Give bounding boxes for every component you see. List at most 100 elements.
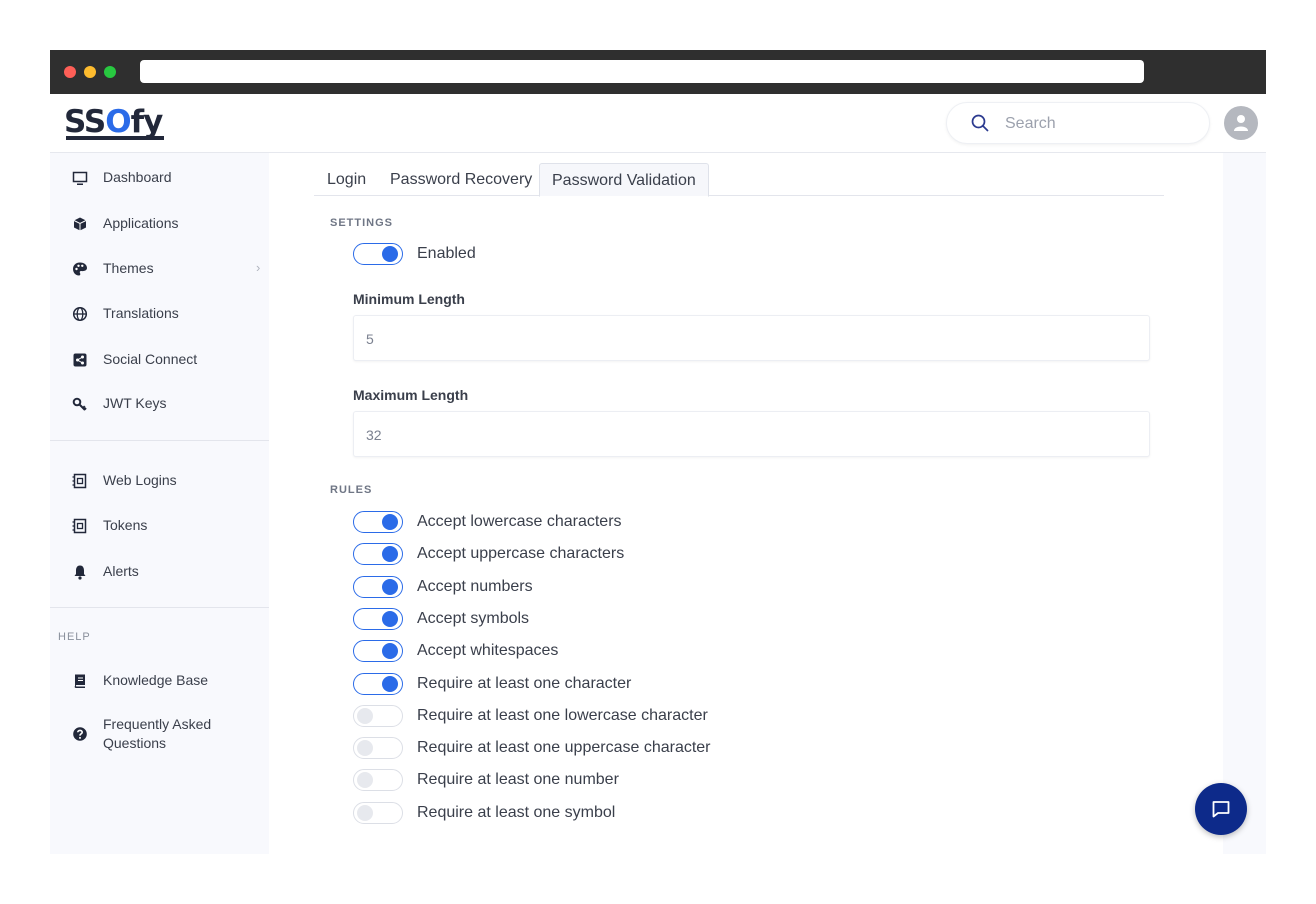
tab-password-validation[interactable]: Password Validation <box>539 163 709 197</box>
sidebar-divider <box>50 440 269 441</box>
sidebar-item-tokens[interactable]: Tokens <box>50 509 269 543</box>
accept-lowercase-characters-toggle[interactable] <box>353 511 403 533</box>
accept-symbols-label: Accept symbols <box>417 610 530 627</box>
user-avatar[interactable] <box>1224 106 1258 140</box>
sidebar-item-label: Knowledge Base <box>103 672 209 688</box>
search-box[interactable] <box>946 102 1210 144</box>
accept-whitespaces-toggle[interactable] <box>353 640 403 662</box>
main-content: Login Password Recovery Password Validat… <box>269 153 1223 854</box>
monitor-icon <box>72 171 88 185</box>
max-length-field[interactable] <box>353 411 1150 457</box>
palette-icon <box>73 262 87 276</box>
enabled-toggle[interactable] <box>353 243 403 265</box>
sidebar-item-web-logins[interactable]: Web Logins <box>50 464 269 498</box>
cube-icon <box>73 217 87 231</box>
logo-underline <box>66 136 164 140</box>
chevron-right-icon: › <box>256 260 261 275</box>
toggle-knob <box>357 772 373 788</box>
sidebar-item-faq[interactable]: Frequently Asked Questions <box>50 713 269 757</box>
min-length-label: Minimum Length <box>353 291 465 307</box>
top-bar: SSOfy <box>50 94 1266 153</box>
list-icon <box>72 473 87 489</box>
toggle-knob <box>357 805 373 821</box>
sidebar-item-dashboard[interactable]: Dashboard <box>50 161 269 195</box>
search-icon <box>971 114 989 132</box>
question-circle-icon <box>73 727 87 741</box>
sidebar-item-label: Tokens <box>103 517 148 533</box>
max-length-input[interactable] <box>364 424 1128 446</box>
toggle-knob <box>357 740 373 756</box>
toggle-knob <box>382 246 398 262</box>
toggle-knob <box>357 708 373 724</box>
book-icon <box>74 674 85 688</box>
chat-button[interactable] <box>1195 783 1247 835</box>
tab-bar: Login Password Recovery Password Validat… <box>314 163 1164 197</box>
sidebar-item-label: Alerts <box>103 563 139 579</box>
accept-uppercase-characters-toggle[interactable] <box>353 543 403 565</box>
sidebar: Dashboard Applications Themes › Translat… <box>50 153 269 854</box>
require-at-least-one-symbol-label: Require at least one symbol <box>417 804 616 821</box>
min-length-field[interactable] <box>353 315 1150 361</box>
bell-icon <box>74 565 86 580</box>
list-icon <box>72 518 87 534</box>
require-at-least-one-symbol-toggle[interactable] <box>353 802 403 824</box>
sidebar-item-jwt-keys[interactable]: JWT Keys <box>50 387 269 421</box>
toggle-knob <box>382 676 398 692</box>
toggle-knob <box>382 514 398 530</box>
browser-chrome <box>50 50 1266 94</box>
search-input[interactable] <box>1003 112 1197 136</box>
sidebar-item-label: Web Logins <box>103 472 177 488</box>
require-at-least-one-lowercase-character-toggle[interactable] <box>353 705 403 727</box>
toggle-knob <box>382 643 398 659</box>
accept-lowercase-characters-label: Accept lowercase characters <box>417 513 622 530</box>
browser-window: SSOfy Dashboard Applications Themes › Tr… <box>50 50 1266 854</box>
right-gutter <box>1223 153 1266 854</box>
key-icon <box>72 397 87 411</box>
sidebar-item-label: Social Connect <box>103 351 198 367</box>
require-at-least-one-character-toggle[interactable] <box>353 673 403 695</box>
sidebar-item-label: Dashboard <box>103 169 172 185</box>
require-at-least-one-number-label: Require at least one number <box>417 771 619 788</box>
require-at-least-one-lowercase-character-label: Require at least one lowercase character <box>417 707 708 724</box>
toggle-knob <box>382 579 398 595</box>
share-icon <box>73 353 87 367</box>
accept-numbers-label: Accept numbers <box>417 578 533 595</box>
sidebar-item-translations[interactable]: Translations <box>50 297 269 331</box>
settings-section-label: SETTINGS <box>330 217 394 229</box>
sidebar-item-knowledge-base[interactable]: Knowledge Base <box>50 664 269 698</box>
close-window-dot[interactable] <box>64 66 76 78</box>
toggle-knob <box>382 546 398 562</box>
sidebar-item-label: Translations <box>103 305 179 321</box>
sidebar-item-label: Themes <box>103 260 154 276</box>
require-at-least-one-uppercase-character-toggle[interactable] <box>353 737 403 759</box>
sidebar-item-label: Applications <box>103 215 179 231</box>
accept-symbols-toggle[interactable] <box>353 608 403 630</box>
accept-numbers-toggle[interactable] <box>353 576 403 598</box>
sidebar-item-alerts[interactable]: Alerts <box>50 555 269 589</box>
tab-password-recovery[interactable]: Password Recovery <box>390 163 532 195</box>
faq-label-line-2: Questions <box>103 735 167 751</box>
address-bar[interactable] <box>140 60 1144 83</box>
sidebar-item-applications[interactable]: Applications <box>50 207 269 241</box>
toggle-knob <box>382 611 398 627</box>
ssofy-logo[interactable]: SSOfy <box>64 104 163 140</box>
chat-icon <box>1212 801 1230 818</box>
tab-login[interactable]: Login <box>327 163 366 195</box>
user-icon <box>1234 115 1248 131</box>
sidebar-item-social-connect[interactable]: Social Connect <box>50 343 269 377</box>
enabled-label: Enabled <box>417 245 476 262</box>
require-at-least-one-character-label: Require at least one character <box>417 675 632 692</box>
accept-uppercase-characters-label: Accept uppercase characters <box>417 545 625 562</box>
maximize-window-dot[interactable] <box>104 66 116 78</box>
faq-label-line-1: Frequently Asked <box>103 716 212 732</box>
sidebar-divider <box>50 607 269 608</box>
minimize-window-dot[interactable] <box>84 66 96 78</box>
require-at-least-one-uppercase-character-label: Require at least one uppercase character <box>417 739 711 756</box>
min-length-input[interactable] <box>364 328 1128 350</box>
sidebar-item-label: JWT Keys <box>103 395 167 411</box>
require-at-least-one-number-toggle[interactable] <box>353 769 403 791</box>
rules-section-label: RULES <box>330 484 373 496</box>
globe-icon <box>72 306 88 322</box>
help-section-label: HELP <box>58 631 91 643</box>
sidebar-item-themes[interactable]: Themes › <box>50 252 269 286</box>
